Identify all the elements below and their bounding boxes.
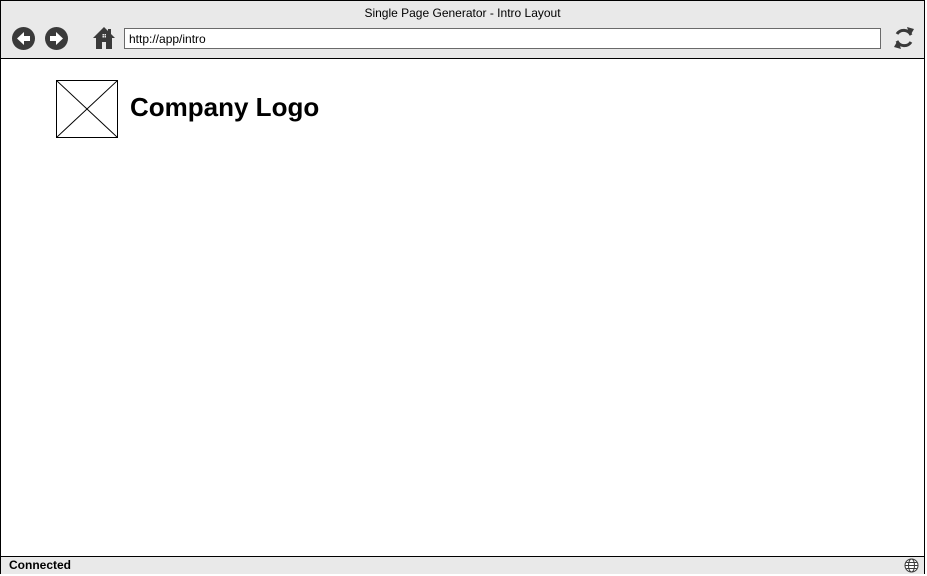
browser-window: Single Page Generator - Intro Layout htt… <box>0 0 925 574</box>
browser-toolbar: Single Page Generator - Intro Layout htt… <box>1 1 924 59</box>
image-placeholder-icon <box>57 81 117 137</box>
globe-icon <box>904 558 919 573</box>
address-bar-input[interactable]: http://app/intro <box>124 28 881 49</box>
refresh-icon <box>894 27 914 49</box>
logo-image-placeholder <box>56 80 118 138</box>
connection-status: Connected <box>9 558 72 572</box>
back-button[interactable] <box>12 27 35 50</box>
forward-arrow-icon <box>50 32 63 45</box>
home-button[interactable] <box>92 26 116 50</box>
back-arrow-icon <box>17 32 30 45</box>
forward-button[interactable] <box>45 27 68 50</box>
company-logo-text: Company Logo <box>130 92 320 122</box>
home-icon <box>93 27 115 49</box>
refresh-button[interactable] <box>892 26 916 50</box>
status-bar: Connected <box>1 556 924 574</box>
window-title: Single Page Generator - Intro Layout <box>364 6 561 20</box>
